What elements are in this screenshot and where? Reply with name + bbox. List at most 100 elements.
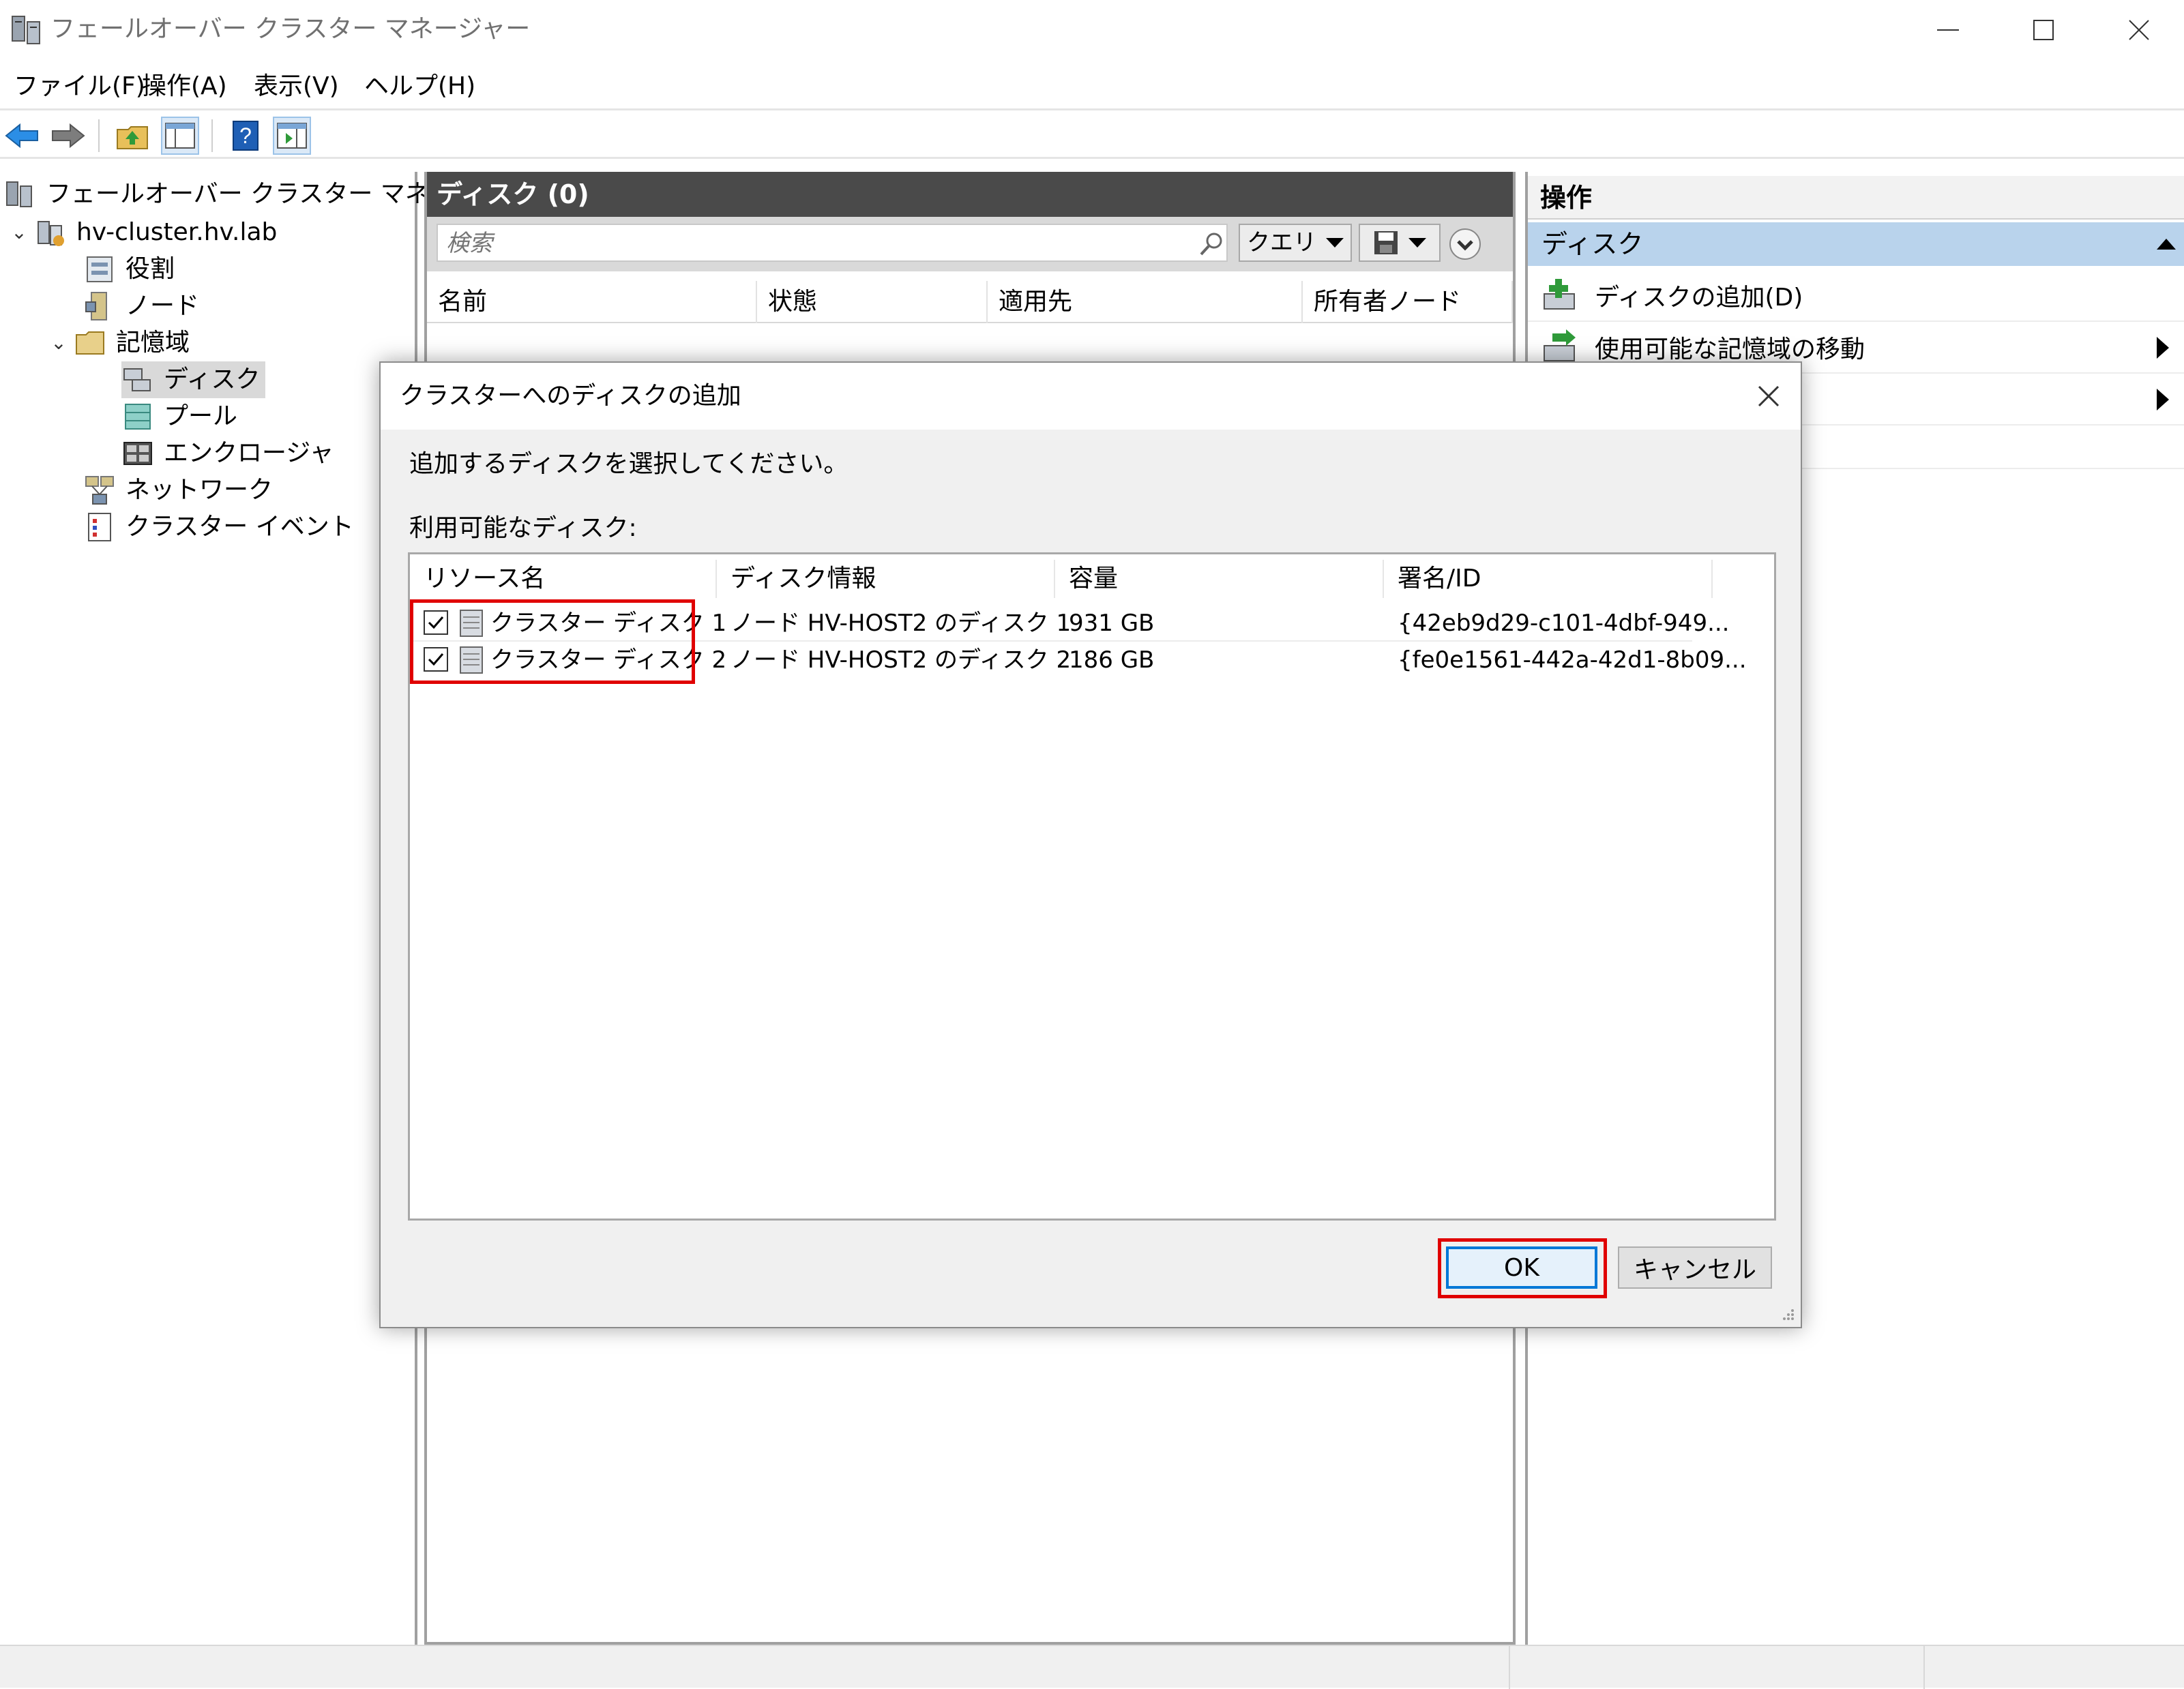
cluster-icon [38, 221, 64, 246]
actions-section-disks[interactable]: ディスク [1528, 222, 2184, 266]
results-column-headers: 名前 状態 適用先 所有者ノード [427, 281, 1513, 323]
collapse-up-icon [2157, 239, 2176, 250]
tree-item-label: hv-cluster.hv.lab [76, 218, 278, 246]
minimize-button[interactable] [1900, 0, 1996, 60]
menu-help[interactable]: ヘルプ(H) [364, 70, 475, 104]
chevron-down-icon[interactable]: ⌄ [10, 214, 29, 251]
submenu-arrow-icon [2157, 389, 2169, 410]
ok-button[interactable]: OK [1446, 1246, 1597, 1289]
chevron-down-icon[interactable]: ⌄ [49, 325, 68, 361]
query-label: クエリ [1247, 229, 1316, 256]
action-label: 使用可能な記憶域の移動 [1595, 335, 1865, 363]
tree-item-roles[interactable]: 役割 [83, 251, 175, 288]
search-icon [1200, 233, 1222, 256]
dialog-title-bar: クラスターへのディスクの追加 [381, 363, 1801, 430]
disk-signature: {fe0e1561-442a-42d1-8b09... [1398, 646, 1747, 674]
tree-item-cluster[interactable]: ⌄ hv-cluster.hv.lab [10, 214, 277, 251]
available-disks-list: リソース名 ディスク情報 容量 署名/ID クラスター ディスク 1 ノード H… [408, 552, 1776, 1221]
cluster-manager-icon [6, 181, 32, 207]
highlight-box-disks [410, 599, 695, 684]
results-header: ディスク (0) [427, 172, 1513, 217]
disk-signature: {42eb9d29-c101-4dbf-949... [1398, 610, 1730, 637]
tree-item-networks[interactable]: ネットワーク [83, 472, 273, 509]
close-icon [1758, 385, 1780, 407]
show-hide-console-tree-button[interactable] [161, 117, 199, 155]
back-button[interactable] [3, 117, 41, 155]
tree-item-label: クラスター イベント [126, 513, 354, 541]
dialog-instruction: 追加するディスクを選択してください。 [409, 450, 848, 478]
tree-item-label: ノード [126, 292, 200, 320]
search-input[interactable] [445, 228, 1195, 259]
tree-item-label: ネットワーク [126, 476, 274, 504]
toolbar: ? [0, 113, 2184, 159]
show-hide-action-pane-button[interactable] [273, 117, 311, 155]
close-icon [2129, 20, 2149, 40]
dialog-close-button[interactable] [1743, 372, 1794, 420]
storage-icon [76, 331, 104, 355]
column-header-capacity[interactable]: 容量 [1055, 560, 1384, 598]
show-hide-action-icon [277, 123, 307, 149]
tree-item-enclosures[interactable]: エンクロージャ [121, 435, 334, 472]
tree-item-label: ディスク [164, 365, 261, 393]
menu-file[interactable]: ファイル(F) [14, 70, 145, 104]
status-separator [1509, 1646, 1510, 1689]
column-header-status[interactable]: 状態 [757, 281, 988, 323]
expand-filter-button[interactable] [1447, 226, 1483, 262]
save-query-button[interactable] [1359, 224, 1441, 262]
toolbar-separator [211, 119, 213, 152]
up-one-level-button[interactable] [113, 117, 151, 155]
menu-bar: ファイル(F) 操作(A) 表示(V) ヘルプ(H) [0, 63, 2184, 110]
cancel-button[interactable]: キャンセル [1618, 1246, 1772, 1289]
submenu-arrow-icon [2157, 337, 2169, 359]
available-disks-label: 利用可能なディスク: [409, 514, 637, 542]
window-title: フェールオーバー クラスター マネージャー [50, 15, 531, 43]
svg-text:?: ? [239, 123, 252, 148]
dialog-title: クラスターへのディスクの追加 [400, 382, 741, 410]
pools-icon [125, 404, 151, 430]
column-header-assigned-to[interactable]: 適用先 [988, 281, 1303, 323]
events-icon [88, 513, 111, 541]
tree-item-cluster-events[interactable]: クラスター イベント [83, 509, 354, 545]
tree-item-pools[interactable]: プール [121, 398, 237, 435]
cluster-manager-app-icon [12, 16, 40, 44]
tree-item-label: エンクロージャ [164, 439, 334, 467]
maximize-button[interactable] [1996, 0, 2091, 60]
menu-view[interactable]: 表示(V) [254, 70, 339, 104]
back-arrow-icon [5, 123, 38, 149]
column-header-resource-name[interactable]: リソース名 [410, 560, 717, 598]
forward-button[interactable] [49, 117, 87, 155]
actions-header: 操作 [1528, 176, 2184, 220]
action-add-disk[interactable]: ディスクの追加(D) [1528, 270, 2184, 322]
search-box[interactable] [437, 224, 1228, 262]
dropdown-arrow-icon [1326, 238, 1344, 248]
nodes-icon [85, 292, 107, 320]
tree-item-nodes[interactable]: ノード [83, 288, 199, 325]
status-bar [0, 1645, 2184, 1689]
column-header-signature[interactable]: 署名/ID [1384, 560, 1713, 598]
help-icon: ? [233, 121, 259, 151]
column-header-disk-info[interactable]: ディスク情報 [717, 560, 1055, 598]
save-icon [1374, 231, 1398, 254]
column-header-name[interactable]: 名前 [427, 281, 757, 323]
tree-item-disks[interactable]: ディスク [121, 361, 266, 398]
console-tree: フェールオーバー クラスター マネージャー ⌄ hv-cluster.hv.la… [0, 172, 526, 1645]
disk-info: ノード HV-HOST2 のディスク 1 [731, 610, 1072, 637]
help-button[interactable]: ? [226, 117, 265, 155]
column-header-owner-node[interactable]: 所有者ノード [1303, 281, 1513, 323]
menu-action[interactable]: 操作(A) [142, 70, 227, 104]
tree-item-storage[interactable]: ⌄ 記憶域 [49, 325, 190, 361]
resize-grip-icon[interactable] [1780, 1306, 1795, 1321]
forward-arrow-icon [52, 123, 85, 149]
status-separator [1923, 1646, 1925, 1689]
add-disks-dialog: クラスターへのディスクの追加 追加するディスクを選択してください。 利用可能なデ… [379, 361, 1802, 1328]
show-hide-tree-icon [165, 123, 195, 149]
close-window-button[interactable] [2091, 0, 2184, 60]
disks-icon [123, 368, 151, 391]
folder-up-icon [117, 126, 148, 149]
actions-section-label: ディスク [1541, 229, 1644, 259]
disk-capacity: 186 GB [1069, 646, 1155, 674]
networks-icon [85, 476, 114, 505]
query-button[interactable]: クエリ [1239, 224, 1352, 262]
chevron-down-circle-icon [1449, 228, 1481, 260]
tree-item-label: 役割 [126, 255, 175, 283]
